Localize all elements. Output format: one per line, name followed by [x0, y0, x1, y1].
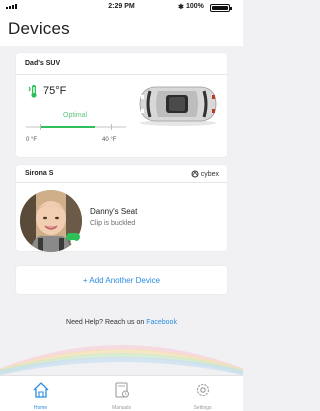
vehicle-card[interactable]: Dad's SUV 75°F Optimal 0 °F 40 °F: [16, 53, 227, 157]
buckle-icon: [70, 240, 76, 244]
brand-name: cybex: [200, 170, 219, 178]
tab-manuals[interactable]: Manuals: [81, 376, 162, 411]
scale-tick: [111, 124, 112, 130]
range-label: Optimal: [63, 112, 88, 119]
battery-icon: [210, 4, 232, 12]
buckled-status-badge: [66, 233, 80, 244]
tab-label: Settings: [193, 405, 212, 411]
battery-percent: 100%: [186, 3, 204, 10]
facebook-link[interactable]: Facebook: [146, 319, 177, 326]
cybex-logo-icon: [191, 170, 199, 178]
scale-max-label: 40 °F: [102, 137, 117, 143]
optimal-range-fill: [40, 126, 95, 128]
screen: 2:29 PM ✱ 100% Devices Dad's SUV 75°F Op…: [0, 0, 243, 411]
tab-label: Home: [33, 405, 48, 411]
bluetooth-icon: ✱: [178, 4, 184, 11]
card-divider: [16, 182, 227, 183]
temperature-row: 75°F: [26, 84, 66, 98]
help-label: Need Help? Reach us on: [66, 319, 147, 326]
brand-logo: cybex: [191, 170, 219, 178]
decorative-rainbow: [0, 345, 243, 375]
gear-icon: [196, 383, 209, 397]
page-title: Devices: [8, 19, 70, 38]
scale-tick: [40, 124, 41, 130]
status-time: 2:29 PM: [108, 3, 135, 10]
vehicle-name: Dad's SUV: [25, 60, 61, 67]
add-device-button[interactable]: + Add Another Device: [16, 266, 227, 294]
home-icon: [33, 382, 48, 398]
manual-icon: [114, 382, 129, 398]
card-divider: [16, 74, 227, 75]
tab-bar: Home Manuals Settings: [0, 375, 243, 411]
tab-settings[interactable]: Settings: [162, 376, 243, 411]
thermometer-icon: [28, 85, 37, 98]
tab-home[interactable]: Home: [0, 376, 81, 411]
temperature-value: 75°F: [43, 85, 67, 97]
help-text: Need Help? Reach us on Facebook: [0, 319, 243, 326]
seat-status: Clip is buckled: [90, 220, 136, 227]
temperature-scale: [26, 124, 126, 130]
scale-min-label: 0 °F: [26, 137, 38, 143]
seat-name: Danny's Seat: [90, 207, 138, 216]
car-seat-card[interactable]: Sirona S cybex Danny's Seat Clip is buck…: [16, 165, 227, 252]
status-bar: 2:29 PM ✱ 100%: [0, 0, 243, 14]
car-image: [139, 86, 217, 126]
header: Devices: [0, 14, 243, 46]
device-name: Sirona S: [25, 170, 54, 177]
tab-label: Manuals: [112, 405, 131, 411]
